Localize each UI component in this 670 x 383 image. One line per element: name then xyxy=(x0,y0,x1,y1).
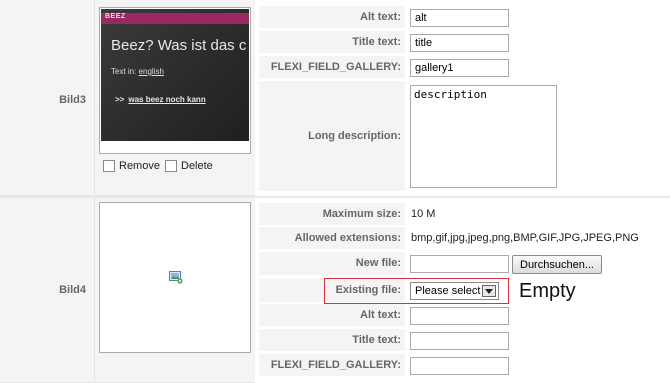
title-text-input-bild4[interactable] xyxy=(410,332,509,350)
image-add-icon xyxy=(169,271,183,284)
preview-text-in: Text in: english xyxy=(111,67,164,76)
gallery-input-bild4[interactable] xyxy=(410,357,509,375)
preview-brand-bar: BEEZ xyxy=(101,13,249,24)
preview-link: >> was beez noch kann xyxy=(115,95,206,104)
image-preview[interactable]: BEEZ Beez? Was ist das c Text in: englis… xyxy=(99,7,251,154)
delete-checkbox[interactable] xyxy=(165,160,177,172)
annotation-text: Empty xyxy=(519,280,576,302)
allowed-extensions-label: Allowed extensions: xyxy=(259,227,405,249)
alt-text-input-bild3[interactable] xyxy=(410,9,509,27)
long-description-label: Long description: xyxy=(259,81,405,191)
browse-button[interactable]: Durchsuchen... xyxy=(512,255,602,274)
empty-image-box[interactable] xyxy=(99,202,251,353)
gallery-input-bild3[interactable] xyxy=(410,59,509,77)
row-label-cell-bild4: Bild4 xyxy=(0,198,95,383)
maximum-size-label: Maximum size: xyxy=(259,203,405,225)
delete-label: Delete xyxy=(181,160,213,172)
highlight-box xyxy=(324,278,509,304)
alt-text-label-bild4: Alt text: xyxy=(259,304,405,326)
preview-text-in-link: english xyxy=(138,67,164,76)
preview-brand: BEEZ xyxy=(105,13,126,20)
alt-text-label-bild3: Alt text: xyxy=(259,6,405,28)
title-text-label-bild4: Title text: xyxy=(259,329,405,351)
maximum-size-value: 10 M xyxy=(411,208,436,220)
preview-link-text: was beez noch kann xyxy=(128,95,206,104)
preview-text-in-prefix: Text in: xyxy=(111,67,137,76)
title-text-input-bild3[interactable] xyxy=(410,34,509,52)
remove-checkbox[interactable] xyxy=(103,160,115,172)
new-file-input[interactable] xyxy=(410,255,509,273)
new-file-label: New file: xyxy=(259,252,405,275)
remove-label: Remove xyxy=(119,160,160,172)
long-description-textarea[interactable]: description xyxy=(410,85,557,188)
remove-checkbox-row[interactable]: Remove xyxy=(103,160,160,172)
alt-text-input-bild4[interactable] xyxy=(410,307,509,325)
preview-title: Beez? Was ist das c xyxy=(111,37,247,54)
gallery-label-bild3: FLEXI_FIELD_GALLERY: xyxy=(259,56,405,78)
preview-link-arrow: >> xyxy=(115,95,125,104)
title-text-label-bild3: Title text: xyxy=(259,31,405,53)
row-label-cell-bild3: Bild3 xyxy=(0,0,95,196)
preview-screenshot: BEEZ Beez? Was ist das c Text in: englis… xyxy=(101,9,249,141)
allowed-extensions-value: bmp,gif,jpg,jpeg,png,BMP,GIF,JPG,JPEG,PN… xyxy=(411,232,639,244)
row-label-bild4: Bild4 xyxy=(59,284,86,296)
row-label-bild3: Bild3 xyxy=(59,94,86,106)
delete-checkbox-row[interactable]: Delete xyxy=(165,160,213,172)
gallery-label-bild4: FLEXI_FIELD_GALLERY: xyxy=(259,354,405,376)
